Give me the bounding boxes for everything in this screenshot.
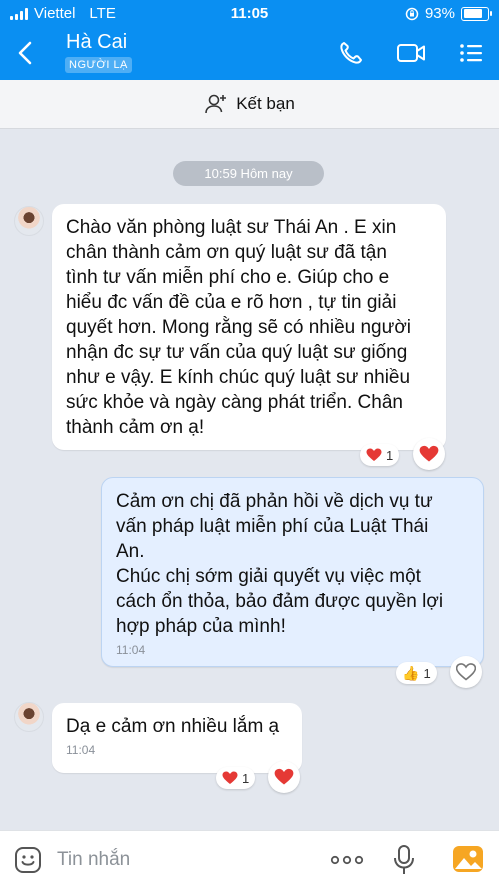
battery-percent: 93% bbox=[424, 5, 455, 22]
react-heart-button[interactable] bbox=[413, 438, 445, 470]
message-input[interactable]: Tin nhắn bbox=[57, 849, 130, 871]
microphone-icon[interactable] bbox=[393, 844, 415, 876]
message-bubble-incoming[interactable]: Chào văn phòng luật sư Thái An . E xin c… bbox=[52, 204, 446, 450]
status-right: 93% bbox=[405, 5, 492, 22]
message-bubble-outgoing[interactable]: Cảm ơn chị đã phản hồi về dịch vụ tư vấn… bbox=[101, 477, 484, 667]
status-bar: Viettel LTE 11:05 93% bbox=[0, 0, 499, 28]
video-call-icon[interactable] bbox=[396, 41, 426, 65]
date-divider: 10:59 Hôm nay bbox=[173, 161, 324, 186]
back-arrow-icon[interactable] bbox=[14, 40, 38, 66]
heart-outline-icon bbox=[456, 663, 476, 681]
more-options-icon[interactable] bbox=[330, 853, 364, 867]
reaction-count[interactable]: 👍 1 bbox=[396, 662, 437, 684]
react-heart-button[interactable] bbox=[268, 761, 300, 793]
reaction-count-text: 1 bbox=[423, 665, 431, 681]
avatar[interactable] bbox=[14, 206, 44, 236]
add-friend-label: Kết bạn bbox=[236, 94, 295, 113]
heart-icon bbox=[274, 768, 294, 785]
avatar[interactable] bbox=[14, 702, 44, 732]
heart-icon bbox=[222, 771, 238, 784]
phone-call-icon[interactable] bbox=[338, 40, 364, 66]
contact-name[interactable]: Hà Cai bbox=[66, 31, 127, 54]
message-bubble-incoming[interactable]: Dạ e cảm ơn nhiều lắm ạ 11:04 bbox=[52, 703, 302, 773]
image-gallery-icon[interactable] bbox=[452, 845, 484, 873]
emoji-icon[interactable] bbox=[14, 846, 42, 874]
message-time: 11:04 bbox=[66, 743, 96, 757]
message-text: Chào văn phòng luật sư Thái An . E xin c… bbox=[66, 217, 412, 438]
reaction-count-text: 1 bbox=[386, 447, 394, 463]
heart-icon bbox=[366, 448, 382, 461]
reaction-count[interactable]: 1 bbox=[360, 444, 400, 466]
message-text: Cảm ơn chị đã phản hồi về dịch vụ tư vấn… bbox=[116, 491, 444, 637]
thumbs-up-icon: 👍 bbox=[402, 664, 420, 681]
rotation-lock-icon bbox=[405, 7, 419, 20]
message-input-bar: Tin nhắn bbox=[0, 830, 499, 889]
heart-icon bbox=[419, 445, 439, 462]
battery-icon bbox=[461, 6, 492, 21]
reaction-count[interactable]: 1 bbox=[216, 767, 256, 789]
message-text: Dạ e cảm ơn nhiều lắm ạ bbox=[66, 716, 280, 737]
menu-list-icon[interactable] bbox=[458, 40, 484, 66]
message-time: 11:04 bbox=[116, 643, 146, 657]
chat-header: Hà Cai NGƯỜI LẠ bbox=[0, 28, 499, 80]
stranger-badge: NGƯỜI LẠ bbox=[65, 57, 132, 73]
add-friend-icon bbox=[205, 94, 227, 114]
add-friend-button[interactable]: Kết bạn bbox=[0, 80, 499, 129]
reaction-count-text: 1 bbox=[242, 770, 250, 786]
battery-fill bbox=[463, 9, 483, 18]
react-heart-button[interactable] bbox=[450, 656, 482, 688]
